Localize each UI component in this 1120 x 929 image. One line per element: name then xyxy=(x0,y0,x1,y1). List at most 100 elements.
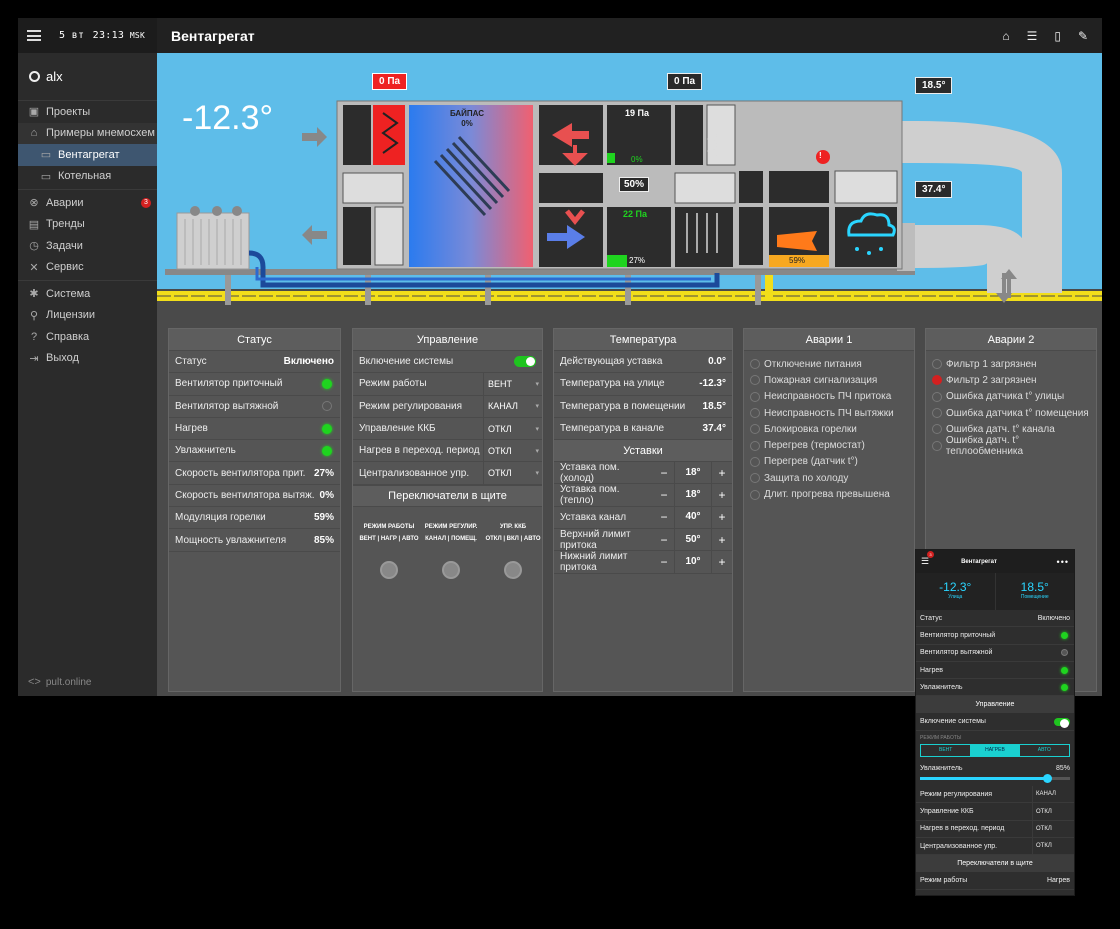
sidebar-item-7[interactable]: ✕ Сервис xyxy=(18,257,157,279)
user-profile[interactable]: alx xyxy=(18,53,157,101)
setpoint-label: Уставка канал xyxy=(560,511,627,523)
home-icon[interactable]: ⌂ xyxy=(1002,29,1009,43)
status-row-label: Увлажнитель xyxy=(175,445,236,457)
alarm-marker-icon[interactable]: ! xyxy=(819,151,822,160)
date-label: 5 вт xyxy=(59,30,85,41)
sidebar-item-0[interactable]: ▣ Проекты xyxy=(18,101,157,123)
mobile-humid-knob[interactable] xyxy=(1042,774,1052,784)
sidebar-item-1[interactable]: ⌂ Примеры мнемосхем xyxy=(18,122,157,144)
plus-button[interactable]: + xyxy=(712,533,732,547)
mobile-select[interactable]: КАНАЛ xyxy=(1032,786,1074,803)
edit-icon[interactable]: ✎ xyxy=(1078,29,1088,43)
mobile-select-row: Управление ККБ ОТКЛ xyxy=(916,803,1074,821)
alarm-item: Длит. прогрева превышена xyxy=(744,486,914,502)
minus-button[interactable]: − xyxy=(654,466,674,480)
control-select[interactable]: ОТКЛ xyxy=(483,462,542,485)
setpoint-value[interactable]: 10° xyxy=(674,551,712,574)
sidebar-item-10[interactable]: ? Справка xyxy=(18,326,157,348)
alarm-indicator-icon xyxy=(750,489,760,500)
control-row-label: Нагрев в переход. период xyxy=(359,445,480,457)
alarm-item: Перегрев (термостат) xyxy=(744,437,914,453)
control-select[interactable]: ОТКЛ xyxy=(483,417,542,440)
alarm-label: Ошибка датчика t° улицы xyxy=(946,391,1065,403)
status-row: Скорость вентилятора прит. 27% xyxy=(169,462,340,485)
alarm-indicator-icon xyxy=(750,391,760,402)
alarm-item: Фильтр 1 загрязнен xyxy=(926,356,1096,372)
sidebar-item-8[interactable]: ✱ Система xyxy=(18,283,157,305)
minus-button[interactable]: − xyxy=(654,555,674,569)
sliders-icon[interactable]: ☰ xyxy=(1027,29,1038,43)
alarm-label: Фильтр 1 загрязнен xyxy=(946,358,1037,370)
sidebar-item-9[interactable]: ⚲ Лицензии xyxy=(18,305,157,327)
status-indicator-icon xyxy=(322,445,332,456)
plus-button[interactable]: + xyxy=(712,510,732,524)
plus-button[interactable]: + xyxy=(712,466,732,480)
mobile-select-row: Режим регулирования КАНАЛ xyxy=(916,786,1074,804)
minus-button[interactable]: − xyxy=(654,510,674,524)
mobile-humid-slider[interactable] xyxy=(920,774,1070,784)
status-row-label: Статус xyxy=(175,356,207,368)
sidebar-divider xyxy=(18,189,157,190)
control-select[interactable]: ВЕНТ xyxy=(483,372,542,395)
sidebar-item-label: Сервис xyxy=(46,261,84,274)
mobile-select[interactable]: ОТКЛ xyxy=(1032,837,1074,855)
setpoint-value[interactable]: 18° xyxy=(674,461,712,484)
control-select[interactable]: КАНАЛ xyxy=(483,395,542,418)
sidebar-item-3[interactable]: ▭ Котельная xyxy=(18,166,157,188)
setpoint-value[interactable]: 40° xyxy=(674,506,712,529)
mobile-indicator-icon xyxy=(1061,649,1068,657)
switch-knob-icon xyxy=(442,561,460,579)
mobile-select[interactable]: ОТКЛ xyxy=(1032,820,1074,837)
alarm-label: Длит. прогрева превышена xyxy=(764,489,890,501)
temperature-title: Температура xyxy=(554,329,732,351)
pult-logo-icon: <> xyxy=(28,676,41,688)
mobile-mode-option[interactable]: АВТО xyxy=(1020,745,1069,756)
mobile-humid-value: 85% xyxy=(1055,764,1070,772)
alarm-item: Перегрев (датчик t°) xyxy=(744,454,914,470)
mobile-mode-option[interactable]: НАГРЕВ xyxy=(970,744,1020,756)
alarms2-title: Аварии 2 xyxy=(926,329,1096,351)
mobile-mode-option[interactable]: ВЕНТ xyxy=(921,745,970,756)
minus-button[interactable]: − xyxy=(654,488,674,502)
sidebar-item-2[interactable]: ▭ Вентагрегат xyxy=(18,144,157,166)
switch-title: РЕЖИМ РЕГУЛИР. xyxy=(424,524,478,530)
exhaust-pressure-label: 0 Па xyxy=(667,73,703,90)
control-select[interactable]: ОТКЛ xyxy=(483,439,542,462)
mobile-menu-icon[interactable]: ☰ 3 xyxy=(921,551,934,567)
control-row-label: Централизованное упр. xyxy=(359,467,470,479)
mobile-enable-toggle[interactable] xyxy=(1054,717,1070,728)
mobile-select[interactable]: ОТКЛ xyxy=(1032,803,1074,820)
alarm-indicator-icon xyxy=(750,440,760,451)
menu-icon[interactable] xyxy=(27,30,41,41)
sidebar-item-11[interactable]: ⇥ Выход xyxy=(18,348,157,370)
control-title: Управление xyxy=(353,329,542,351)
sidebar-item-label: Вентагрегат xyxy=(58,148,120,161)
sidebar-item-5[interactable]: ▤ Тренды xyxy=(18,214,157,236)
sidebar-item-6[interactable]: ◷ Задачи xyxy=(18,235,157,257)
mobile-select-label: Управление ККБ xyxy=(920,808,974,816)
mobile-indicator-icon xyxy=(1061,666,1068,674)
sidebar-item-4[interactable]: ⊗ Аварии 3 xyxy=(18,192,157,214)
alarm-label: Перегрев (термостат) xyxy=(764,440,865,452)
time-label: 23:13 xyxy=(92,30,125,41)
plus-button[interactable]: + xyxy=(712,488,732,502)
mobile-icon[interactable]: ▯ xyxy=(1054,29,1061,43)
plus-button[interactable]: + xyxy=(712,555,732,569)
mobile-status-row: Нагрев xyxy=(916,662,1074,680)
alarm-label: Ошибка датч. t° теплообменника xyxy=(945,434,1024,457)
mobile-more-icon[interactable]: ••• xyxy=(1057,557,1069,567)
sidebar-item-label: Справка xyxy=(46,330,90,343)
setpoint-label: Нижний лимит притока xyxy=(560,551,628,574)
mobile-preview: ☰ 3 Вентагрегат ••• -12.3° Улица 18.5° Поме… xyxy=(915,549,1075,896)
control-row-label: Управление ККБ xyxy=(359,423,436,435)
system-enable-toggle[interactable] xyxy=(514,356,536,368)
status-indicator-icon xyxy=(322,378,332,389)
temperature-row-value: 0.0° xyxy=(708,356,726,368)
status-row-value: 59% xyxy=(313,512,334,524)
setpoints-title: Уставки xyxy=(554,440,732,463)
temperature-row-label: Температура на улице xyxy=(560,378,665,390)
setpoint-value[interactable]: 50° xyxy=(674,528,712,551)
alarm-item: Пожарная сигнализация xyxy=(744,372,914,388)
setpoint-value[interactable]: 18° xyxy=(674,484,712,507)
minus-button[interactable]: − xyxy=(654,533,674,547)
